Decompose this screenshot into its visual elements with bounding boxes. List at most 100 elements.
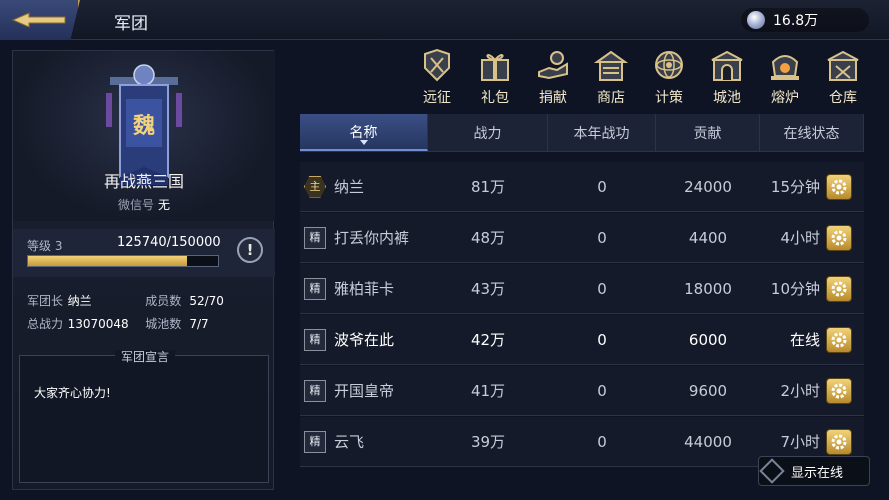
tab-label: 捐献	[539, 90, 567, 106]
member-power: 48万	[470, 229, 506, 247]
column-contribution[interactable]: 贡献	[656, 114, 760, 151]
table-row[interactable]: 主纳兰 81万 0 24000 15分钟	[300, 162, 864, 212]
member-contribution: 9600	[688, 381, 728, 400]
gear-button[interactable]	[826, 224, 852, 251]
expedition-icon	[424, 48, 450, 82]
city-icon	[711, 50, 743, 81]
power-label: 总战力	[27, 317, 64, 331]
furnace-icon	[771, 55, 799, 80]
column-name[interactable]: 名称	[300, 114, 428, 151]
tab-expedition[interactable]: 远征	[412, 48, 462, 106]
legion-name: 再战燕三国	[103, 172, 184, 191]
table-row[interactable]: 精打丢你内裤 48万 0 4400 4小时	[300, 213, 864, 263]
column-status[interactable]: 在线状态	[760, 114, 864, 151]
gear-icon	[831, 332, 847, 347]
table-header: 名称 战力 本年战功 贡献 在线状态	[300, 114, 864, 152]
warehouse-icon	[827, 50, 859, 81]
member-contribution: 24000	[684, 177, 732, 196]
declaration-box[interactable]: 军团宣言 大家齐心协力!	[19, 350, 269, 483]
rank-badge: 精	[304, 226, 326, 249]
member-power: 41万	[470, 382, 506, 400]
table-body: 主纳兰 81万 0 24000 15分钟 精打丢你内裤 48万 0 4400 4…	[300, 162, 864, 467]
member-contribution: 18000	[684, 279, 732, 298]
tab-label: 仓库	[829, 90, 857, 106]
member-contribution: 6000	[688, 330, 728, 349]
power-value: 13070048	[67, 316, 129, 331]
member-name: 开国皇帝	[334, 382, 395, 400]
table-row[interactable]: 精波爷在此 42万 0 6000 在线	[300, 315, 864, 365]
gear-icon	[831, 383, 847, 398]
exp-text: 125740/150000	[117, 235, 221, 250]
tab-furnace[interactable]: 熔炉	[760, 48, 810, 106]
rank-badge: 精	[304, 277, 326, 300]
tab-city[interactable]: 城池	[702, 48, 752, 106]
show-online-toggle[interactable]: 显示在线	[758, 456, 870, 486]
currency-display: 16.8万	[741, 8, 869, 32]
info-alert-icon[interactable]: !	[237, 237, 263, 263]
tab-label: 商店	[597, 90, 625, 106]
back-arrow-icon	[11, 12, 66, 28]
gear-icon	[831, 281, 847, 296]
tab-label: 礼包	[481, 90, 509, 106]
cities-label: 城池数	[145, 317, 182, 331]
level-box: 等级 3 125740/150000 !	[13, 229, 275, 277]
gear-button[interactable]	[826, 173, 852, 200]
gear-button[interactable]	[826, 377, 852, 404]
level-label: 等级 3	[27, 239, 63, 253]
tab-warehouse[interactable]: 仓库	[818, 48, 868, 106]
tab-gift[interactable]: 礼包	[470, 48, 520, 106]
top-bar: 军团 16.8万	[0, 0, 889, 40]
tab-label: 远征	[423, 90, 451, 106]
gear-icon	[831, 230, 847, 245]
member-contribution: 44000	[684, 432, 732, 451]
member-merit: 0	[597, 381, 607, 400]
column-power[interactable]: 战力	[428, 114, 548, 151]
member-contribution: 4400	[688, 228, 728, 247]
page-title: 军团	[114, 14, 148, 34]
member-merit: 0	[597, 330, 607, 349]
member-name: 打丢你内裤	[334, 229, 410, 247]
gear-button[interactable]	[826, 275, 852, 302]
table-row[interactable]: 精雅柏菲卡 43万 0 18000 10分钟	[300, 264, 864, 314]
wechat-info: 微信号无	[13, 196, 275, 213]
member-power: 43万	[470, 280, 506, 298]
function-tabs: 远征 礼包 捐献 商店 计策 城池 熔炉 仓库	[412, 48, 868, 106]
currency-amount: 16.8万	[773, 13, 819, 29]
checkbox-icon	[759, 458, 785, 484]
donate-icon	[538, 51, 568, 80]
member-table: 名称 战力 本年战功 贡献 在线状态 主纳兰 81万 0 24000 15分钟 …	[300, 114, 864, 468]
members-value: 52/70	[189, 293, 224, 308]
gear-button[interactable]	[826, 326, 852, 353]
member-status: 15分钟	[770, 178, 820, 196]
declaration-text: 大家齐心协力!	[34, 386, 111, 400]
rank-badge: 精	[304, 328, 326, 351]
back-button[interactable]	[0, 0, 80, 40]
member-power: 42万	[470, 331, 506, 349]
tab-strategy[interactable]: 计策	[644, 48, 694, 106]
members-label: 成员数	[145, 294, 182, 308]
member-merit: 0	[597, 432, 607, 451]
rank-badge: 精	[304, 379, 326, 402]
member-status: 在线	[789, 331, 820, 349]
tab-label: 熔炉	[771, 90, 799, 106]
member-status: 4小时	[780, 229, 820, 247]
gem-icon	[747, 11, 765, 29]
column-merit[interactable]: 本年战功	[548, 114, 656, 151]
cities-value: 7/7	[189, 316, 209, 331]
tab-shop[interactable]: 商店	[586, 48, 636, 106]
leader-label: 军团长	[27, 294, 64, 308]
member-status: 2小时	[780, 382, 820, 400]
exp-bar-fill	[28, 256, 188, 266]
member-name: 雅柏菲卡	[334, 280, 395, 298]
tab-donate[interactable]: 捐献	[528, 48, 578, 106]
wechat-label: 微信号	[117, 198, 154, 212]
member-name: 纳兰	[334, 178, 365, 196]
rank-badge: 主	[304, 175, 326, 198]
leader-value: 纳兰	[67, 294, 92, 308]
member-status: 7小时	[780, 433, 820, 451]
member-merit: 0	[597, 228, 607, 247]
table-row[interactable]: 精开国皇帝 41万 0 9600 2小时	[300, 366, 864, 416]
member-merit: 0	[597, 279, 607, 298]
gear-button[interactable]	[826, 428, 852, 455]
gear-icon	[831, 179, 847, 194]
